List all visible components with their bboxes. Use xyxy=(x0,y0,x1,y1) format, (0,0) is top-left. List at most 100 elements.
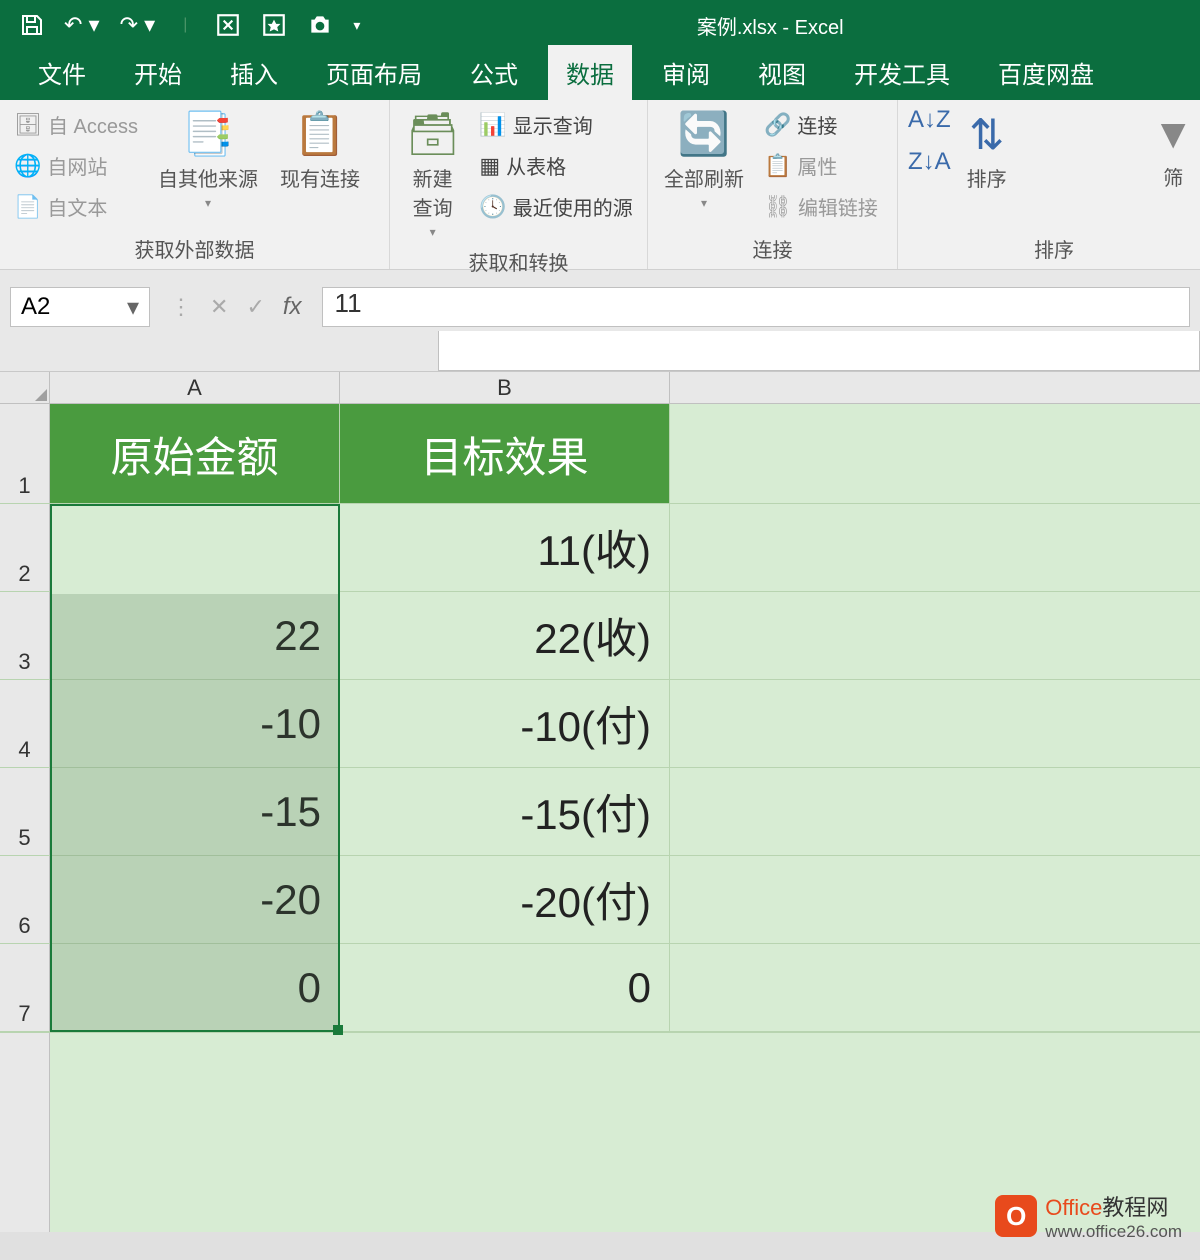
cell[interactable] xyxy=(670,504,1200,591)
tab-data[interactable]: 数据 xyxy=(548,45,632,100)
fx-icon[interactable]: fx xyxy=(283,293,302,321)
cell[interactable]: 11 xyxy=(50,504,340,591)
enter-icon[interactable]: ✓ xyxy=(246,294,264,320)
cell[interactable]: -20(付) xyxy=(340,856,670,943)
table-row: 4 -10 -10(付) xyxy=(0,680,1200,768)
new-query-button[interactable]: 🗃新建 查询▾ xyxy=(400,106,465,243)
from-other-button[interactable]: 📑自其他来源▾ xyxy=(152,106,264,214)
table-row: 5 -15 -15(付) xyxy=(0,768,1200,856)
properties-icon: 📋 xyxy=(764,153,791,179)
new-query-icon: 🗃 xyxy=(406,110,459,159)
name-box[interactable]: A2 ▾ xyxy=(10,287,150,327)
tab-review[interactable]: 审阅 xyxy=(644,45,728,100)
qat-customize-icon[interactable]: ▾ xyxy=(353,17,360,34)
table-row: 3 22 22(收) xyxy=(0,592,1200,680)
tab-baidu[interactable]: 百度网盘 xyxy=(980,45,1112,100)
tab-file[interactable]: 文件 xyxy=(20,45,104,100)
column-header-a[interactable]: A xyxy=(50,372,340,403)
table-row: 1 原始金额 目标效果 xyxy=(0,404,1200,504)
tab-insert[interactable]: 插入 xyxy=(212,45,296,100)
other-source-icon: 📑 xyxy=(182,110,234,159)
properties-button[interactable]: 📋属性 xyxy=(760,147,882,184)
cell[interactable]: 11(收) xyxy=(340,504,670,591)
cancel-icon[interactable]: ✕ xyxy=(210,294,228,320)
sort-desc-icon[interactable]: Z↓A xyxy=(908,148,951,176)
tab-formulas[interactable]: 公式 xyxy=(452,45,536,100)
save-icon[interactable] xyxy=(20,13,44,37)
ribbon-group-sort: A↓Z Z↓A ⇅排序 ▼筛 排序 xyxy=(898,100,1200,269)
cell[interactable]: -10(付) xyxy=(340,680,670,767)
cell[interactable]: -10 xyxy=(50,680,340,767)
connections-button[interactable]: 🔗连接 xyxy=(760,106,882,143)
tab-developer[interactable]: 开发工具 xyxy=(836,45,968,100)
from-table-button[interactable]: ▦从表格 xyxy=(475,147,636,184)
tab-home[interactable]: 开始 xyxy=(116,45,200,100)
sort-button[interactable]: ⇅排序 xyxy=(961,106,1013,196)
watermark-brand: Office xyxy=(1045,1195,1102,1220)
formula-input[interactable]: 11 xyxy=(322,287,1190,327)
group-label: 获取外部数据 xyxy=(10,230,379,263)
cell[interactable]: 22(收) xyxy=(340,592,670,679)
title-bar: ↶ ▾ ↷ ▾ | ▾ 案例.xlsx - Excel xyxy=(0,0,1200,50)
text-icon: 📄 xyxy=(14,194,41,220)
watermark-url: www.office26.com xyxy=(1045,1222,1182,1242)
existing-connections-button[interactable]: 📋现有连接 xyxy=(274,106,366,196)
row-header[interactable]: 4 xyxy=(0,680,50,767)
group-label: 排序 xyxy=(908,230,1200,263)
show-queries-button[interactable]: 📊显示查询 xyxy=(475,106,636,143)
cell[interactable] xyxy=(670,856,1200,943)
cell[interactable] xyxy=(670,768,1200,855)
edit-links-button[interactable]: ⛓编辑链接 xyxy=(760,188,882,225)
row-header[interactable]: 1 xyxy=(0,404,50,503)
recent-icon: 🕓 xyxy=(479,194,506,220)
cell[interactable]: -15(付) xyxy=(340,768,670,855)
sort-asc-icon[interactable]: A↓Z xyxy=(908,106,951,134)
undo-icon[interactable]: ↶ ▾ xyxy=(64,12,100,38)
filter-button[interactable]: ▼筛 xyxy=(1146,106,1200,195)
chevron-down-icon[interactable]: ▾ xyxy=(127,293,139,322)
group-label: 获取和转换 xyxy=(400,243,637,276)
group-label: 连接 xyxy=(658,230,887,263)
spreadsheet-grid[interactable]: A B 1 原始金额 目标效果 2 11 11(收) 3 22 22(收) 4 … xyxy=(0,372,1200,1232)
row-header[interactable]: 5 xyxy=(0,768,50,855)
cell[interactable] xyxy=(670,680,1200,767)
cell[interactable] xyxy=(670,592,1200,679)
column-header-b[interactable]: B xyxy=(340,372,670,403)
tab-view[interactable]: 视图 xyxy=(740,45,824,100)
table-row: 6 -20 -20(付) xyxy=(0,856,1200,944)
cell[interactable]: -15 xyxy=(50,768,340,855)
row-header[interactable]: 7 xyxy=(0,944,50,1031)
row-header[interactable]: 2 xyxy=(0,504,50,591)
ribbon-group-connections: 🔄全部刷新▾ 🔗连接 📋属性 ⛓编辑链接 连接 xyxy=(648,100,898,269)
refresh-all-button[interactable]: 🔄全部刷新▾ xyxy=(658,106,750,214)
qat-custom1-icon[interactable] xyxy=(215,12,241,38)
redo-icon[interactable]: ↷ ▾ xyxy=(120,12,156,38)
cell[interactable] xyxy=(670,944,1200,1031)
row-header[interactable]: 3 xyxy=(0,592,50,679)
from-access-button[interactable]: 🗄自 Access xyxy=(10,106,142,143)
header-cell-a[interactable]: 原始金额 xyxy=(50,404,340,503)
qat-custom2-icon[interactable] xyxy=(261,12,287,38)
formula-dots-icon: ⋮ xyxy=(170,294,192,320)
column-header-rest[interactable] xyxy=(670,372,1200,403)
window-title: 案例.xlsx - Excel xyxy=(360,11,1180,40)
select-all-corner[interactable] xyxy=(0,372,50,403)
header-cell-b[interactable]: 目标效果 xyxy=(340,404,670,503)
from-table-icon: ▦ xyxy=(479,153,500,179)
formula-bar: A2 ▾ ⋮ ✕ ✓ fx 11 xyxy=(0,282,1200,332)
cell[interactable]: 0 xyxy=(340,944,670,1031)
from-text-button[interactable]: 📄自文本 xyxy=(10,188,142,225)
cell[interactable]: -20 xyxy=(50,856,340,943)
row-header[interactable]: 6 xyxy=(0,856,50,943)
ribbon-tabs: 文件 开始 插入 页面布局 公式 数据 审阅 视图 开发工具 百度网盘 xyxy=(0,50,1200,100)
cell[interactable] xyxy=(670,404,1200,503)
from-web-button[interactable]: 🌐自网站 xyxy=(10,147,142,184)
cell[interactable]: 0 xyxy=(50,944,340,1031)
recent-sources-button[interactable]: 🕓最近使用的源 xyxy=(475,188,636,225)
camera-icon[interactable] xyxy=(307,12,333,38)
existing-conn-icon: 📋 xyxy=(294,110,346,159)
cell[interactable]: 22 xyxy=(50,592,340,679)
connections-icon: 🔗 xyxy=(764,112,791,138)
tab-pagelayout[interactable]: 页面布局 xyxy=(308,45,440,100)
watermark: O Office教程网 www.office26.com xyxy=(995,1190,1182,1242)
